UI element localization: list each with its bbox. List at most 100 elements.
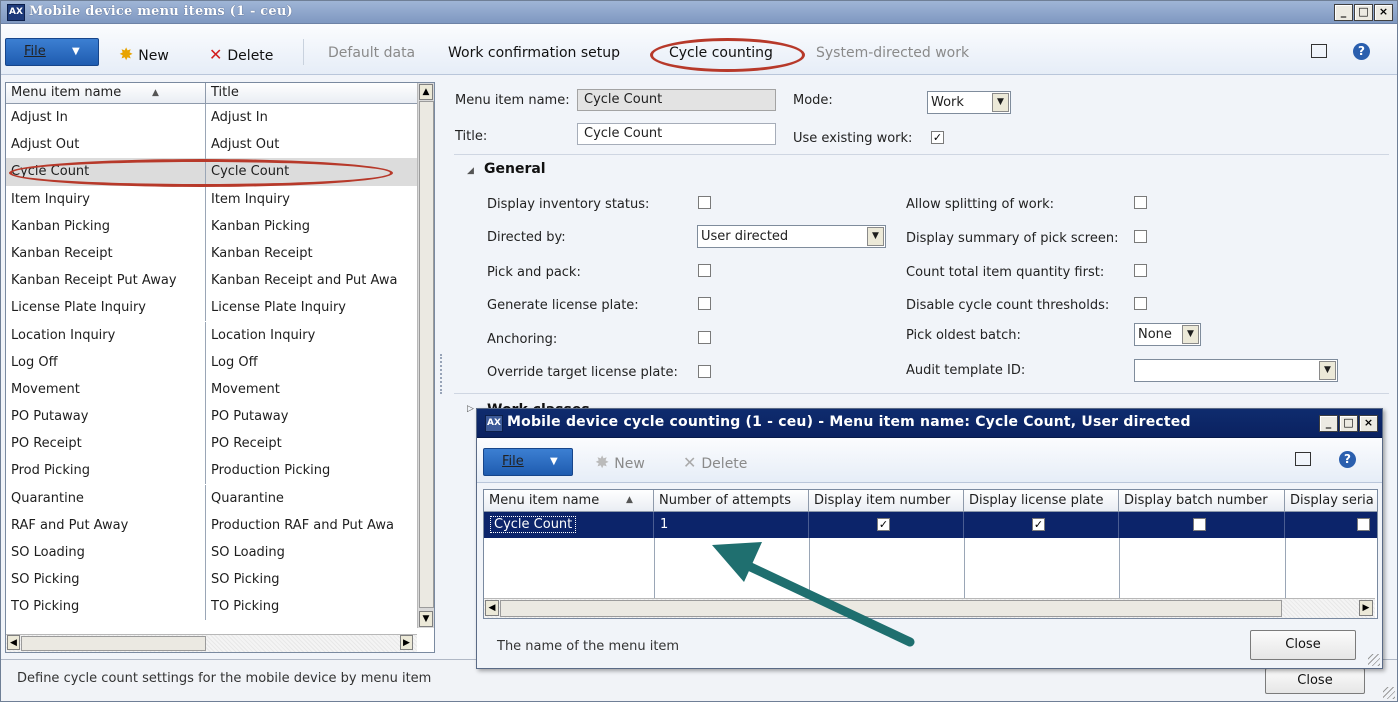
pick-oldest-batch-dropdown[interactable]: None ▼ [1134,323,1201,346]
chevron-down-icon[interactable]: ▼ [1182,325,1199,344]
cell-menu-item-name[interactable]: RAF and Put Away [6,511,206,539]
chevron-down-icon[interactable]: ▼ [867,227,884,246]
grid-row[interactable]: Location Inquiry Location Inquiry [6,321,421,349]
sub-minimize-button[interactable]: _ [1319,415,1338,432]
cell-menu-item-name[interactable]: License Plate Inquiry [6,294,206,322]
row-display-license-plate[interactable]: ✓ [964,512,1119,538]
menu-item-name-field[interactable]: Cycle Count [577,89,776,111]
cell-menu-item-name[interactable]: Kanban Receipt [6,239,206,267]
cell-title[interactable]: Production RAF and Put Awa [206,512,421,539]
scroll-up-icon[interactable]: ▲ [419,84,433,100]
cell-menu-item-name[interactable]: TO Picking [6,593,206,621]
cell-menu-item-name[interactable]: Item Inquiry [6,185,206,213]
override-target-license-plate-checkbox[interactable] [698,365,711,378]
display-summary-checkbox[interactable] [1134,230,1147,243]
display-serial-checkbox[interactable] [1357,518,1370,531]
cell-menu-item-name[interactable]: SO Picking [6,566,206,594]
system-directed-work-button[interactable]: System-directed work [816,45,969,61]
display-batch-number-checkbox[interactable] [1193,518,1206,531]
expand-triangle-icon[interactable]: ▷ [467,404,474,414]
cell-menu-item-name[interactable]: Adjust Out [6,131,206,159]
disable-thresholds-checkbox[interactable] [1134,297,1147,310]
sub-new-button[interactable]: ✸ New [595,453,645,473]
layout-icon[interactable] [1295,452,1311,466]
title-field[interactable]: Cycle Count [577,123,776,145]
grid-row[interactable]: TO Picking TO Picking [6,593,421,621]
chevron-down-icon[interactable]: ▼ [992,93,1009,112]
grid-row[interactable]: Kanban Picking Kanban Picking [6,212,421,240]
scroll-right-icon[interactable]: ▶ [400,635,413,650]
cell-menu-item-name[interactable]: PO Receipt [6,430,206,458]
scroll-left-icon[interactable]: ◀ [485,600,499,616]
grid-row[interactable]: Adjust In Adjust In [6,104,421,131]
cell-menu-item-name[interactable]: Quarantine [6,484,206,512]
resize-grip-icon[interactable] [1368,654,1380,666]
grid-row[interactable]: RAF and Put Away Production RAF and Put A… [6,511,421,539]
allow-splitting-checkbox[interactable] [1134,196,1147,209]
grid-row[interactable]: Movement Movement [6,375,421,403]
cell-menu-item-name[interactable]: Log Off [6,348,206,376]
column-header-number-of-attempts[interactable]: Number of attempts [654,490,809,511]
help-icon[interactable]: ? [1353,43,1370,60]
grid-row[interactable]: Prod Picking Production Picking [6,457,421,485]
layout-icon[interactable] [1311,44,1327,58]
grid-row[interactable]: PO Putaway PO Putaway [6,403,421,431]
cell-menu-item-name[interactable]: Adjust In [6,104,206,131]
cell-menu-item-name[interactable]: Kanban Receipt Put Away [6,267,206,295]
sub-close-window-button[interactable]: × [1359,415,1378,432]
scroll-thumb[interactable] [419,101,434,608]
scroll-down-icon[interactable]: ▼ [419,611,433,627]
default-data-button[interactable]: Default data [328,45,415,61]
cell-title[interactable]: Adjust In [206,104,421,131]
cell-title[interactable]: Kanban Receipt and Put Awa [206,267,421,294]
grid-row[interactable]: SO Loading SO Loading [6,539,421,566]
cell-title[interactable]: PO Putaway [206,403,421,430]
cell-menu-item-name[interactable]: PO Putaway [6,403,206,431]
scroll-right-icon[interactable]: ▶ [1359,600,1373,616]
grid-row[interactable]: Kanban Receipt Put Away Kanban Receipt an… [6,267,421,295]
new-button[interactable]: ✸ New [119,45,169,65]
cell-title[interactable]: TO Picking [206,593,421,620]
sub-title-bar[interactable]: AX Mobile device cycle counting (1 - ceu… [477,409,1382,438]
cell-title[interactable]: Log Off [206,349,421,376]
directed-by-dropdown[interactable]: User directed ▼ [697,225,886,248]
sub-close-button[interactable]: Close [1250,630,1356,660]
scroll-left-icon[interactable]: ◀ [7,635,20,650]
grid-row[interactable]: Item Inquiry Item Inquiry [6,185,421,213]
delete-button[interactable]: ✕ Delete [209,45,273,64]
title-bar[interactable]: AX Mobile device menu items (1 - ceu) _ … [1,1,1397,24]
cell-menu-item-name[interactable]: Kanban Picking [6,212,206,240]
cell-title[interactable]: License Plate Inquiry [206,294,421,321]
generate-license-plate-checkbox[interactable] [698,297,711,310]
grid-row[interactable]: PO Receipt PO Receipt [6,430,421,458]
cycle-counting-row[interactable]: Cycle Count 1 ✓ ✓ [484,512,1377,538]
cell-menu-item-name[interactable]: SO Loading [6,539,206,566]
column-header-menu-item-name[interactable]: Menu item name ▲ [6,83,206,103]
cell-title[interactable]: Adjust Out [206,131,421,158]
anchoring-checkbox[interactable] [698,331,711,344]
cell-title[interactable]: Item Inquiry [206,186,421,213]
sub-maximize-button[interactable]: □ [1339,415,1358,432]
count-total-checkbox[interactable] [1134,264,1147,277]
collapse-triangle-icon[interactable]: ◢ [467,166,474,176]
grid-row[interactable]: Log Off Log Off [6,348,421,376]
vertical-scrollbar[interactable]: ▲ ▼ [417,83,434,628]
column-header-title[interactable]: Title [206,83,421,103]
use-existing-work-checkbox[interactable]: ✓ [931,131,944,144]
pane-splitter[interactable] [440,354,444,394]
grid-row[interactable]: Adjust Out Adjust Out [6,131,421,159]
row-display-batch-number[interactable] [1119,512,1285,538]
cell-title[interactable]: Location Inquiry [206,322,421,349]
chevron-down-icon[interactable]: ▼ [1319,361,1336,380]
cell-title[interactable]: PO Receipt [206,430,421,457]
column-header-display-item-number[interactable]: Display item number [809,490,964,511]
row-menu-item-name[interactable]: Cycle Count [484,512,654,538]
cell-title[interactable]: Kanban Receipt [206,240,421,267]
display-inventory-status-checkbox[interactable] [698,196,711,209]
horizontal-scrollbar[interactable]: ◀ ▶ [6,634,417,652]
pick-and-pack-checkbox[interactable] [698,264,711,277]
column-header-display-license-plate[interactable]: Display license plate [964,490,1119,511]
sub-file-menu-button[interactable]: File ▼ [483,448,573,476]
sub-delete-button[interactable]: ✕ Delete [683,453,747,472]
column-header-display-serial[interactable]: Display seria [1285,490,1377,511]
